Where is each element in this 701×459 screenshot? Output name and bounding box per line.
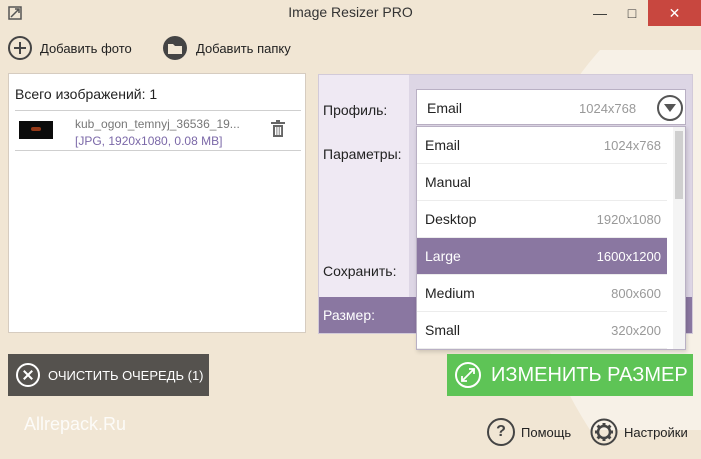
profile-label: Профиль: bbox=[323, 102, 388, 118]
minimize-button[interactable]: — bbox=[584, 0, 616, 26]
trash-icon[interactable] bbox=[271, 120, 285, 138]
help-label: Помощь bbox=[521, 424, 572, 440]
size-label: Размер: bbox=[323, 307, 376, 323]
dropdown-item-manual[interactable]: Manual bbox=[417, 164, 667, 201]
dropdown-item-desktop[interactable]: Desktop 1920x1080 bbox=[417, 201, 667, 238]
dropdown-item-label: Small bbox=[425, 322, 461, 338]
image-thumbnail bbox=[19, 121, 53, 139]
divider bbox=[15, 110, 301, 111]
help-link[interactable]: ? Помощь bbox=[487, 418, 571, 446]
image-count: Всего изображений: 1 bbox=[15, 86, 158, 102]
plus-icon bbox=[8, 36, 32, 60]
dropdown-item-label: Email bbox=[425, 137, 461, 153]
dropdown-item-dimensions: 1024x768 bbox=[603, 137, 661, 153]
dropdown-item-dimensions: 1920x1080 bbox=[596, 211, 661, 227]
dropdown-scrollbar-thumb[interactable] bbox=[675, 131, 683, 199]
settings-label: Настройки bbox=[624, 424, 688, 440]
add-photo-button[interactable]: Добавить фото bbox=[8, 34, 132, 62]
dropdown-item-medium[interactable]: Medium 800x600 bbox=[417, 275, 667, 312]
dropdown-item-small[interactable]: Small 320x200 bbox=[417, 312, 667, 349]
dropdown-item-dimensions: 320x200 bbox=[611, 322, 661, 338]
dropdown-item-email[interactable]: Email 1024x768 bbox=[417, 127, 667, 164]
close-button[interactable]: ✕ bbox=[648, 0, 701, 26]
profile-select-value: Email bbox=[427, 100, 463, 116]
dropdown-item-label: Large bbox=[425, 248, 461, 264]
settings-link[interactable]: Настройки bbox=[590, 418, 688, 446]
profile-select-dimensions: 1024x768 bbox=[579, 101, 637, 116]
params-label: Параметры: bbox=[323, 146, 402, 162]
title-bar: Image Resizer PRO — □ ✕ bbox=[0, 0, 701, 28]
add-folder-button[interactable]: Добавить папку bbox=[162, 34, 291, 62]
file-name: kub_ogon_temnyj_36536_19... bbox=[75, 117, 240, 131]
dropdown-item-label: Manual bbox=[425, 174, 471, 190]
clear-queue-label: ОЧИСТИТЬ ОЧЕРЕДЬ (1) bbox=[48, 367, 204, 383]
resize-icon bbox=[455, 362, 481, 388]
file-info: [JPG, 1920x1080, 0.08 MB] bbox=[75, 134, 223, 148]
save-label: Сохранить: bbox=[323, 263, 397, 279]
dropdown-item-label: Medium bbox=[425, 285, 475, 301]
dropdown-item-label: Desktop bbox=[425, 211, 477, 227]
dropdown-item-large[interactable]: Large 1600x1200 bbox=[417, 238, 667, 275]
maximize-button[interactable]: □ bbox=[616, 0, 648, 26]
dropdown-item-dimensions: 1600x1200 bbox=[596, 248, 661, 264]
add-folder-label: Добавить папку bbox=[196, 40, 291, 56]
close-circle-icon bbox=[16, 363, 40, 387]
watermark: Allrepack.Ru bbox=[24, 414, 127, 434]
help-icon: ? bbox=[487, 418, 515, 446]
divider bbox=[15, 150, 301, 151]
add-photo-label: Добавить фото bbox=[40, 40, 132, 56]
profile-select[interactable]: Email 1024x768 bbox=[416, 89, 686, 125]
image-queue-panel: Всего изображений: 1 kub_ogon_temnyj_365… bbox=[8, 73, 306, 333]
dropdown-item-dimensions: 800x600 bbox=[611, 285, 661, 301]
gear-icon bbox=[590, 418, 618, 446]
chevron-down-icon[interactable] bbox=[657, 95, 683, 121]
profile-dropdown: Email 1024x768 Manual Desktop 1920x1080 … bbox=[416, 126, 686, 350]
folder-icon bbox=[163, 36, 187, 60]
resize-button[interactable]: ИЗМЕНИТЬ РАЗМЕР bbox=[447, 354, 693, 396]
resize-label: ИЗМЕНИТЬ РАЗМЕР bbox=[491, 363, 688, 386]
clear-queue-button[interactable]: ОЧИСТИТЬ ОЧЕРЕДЬ (1) bbox=[8, 354, 209, 396]
